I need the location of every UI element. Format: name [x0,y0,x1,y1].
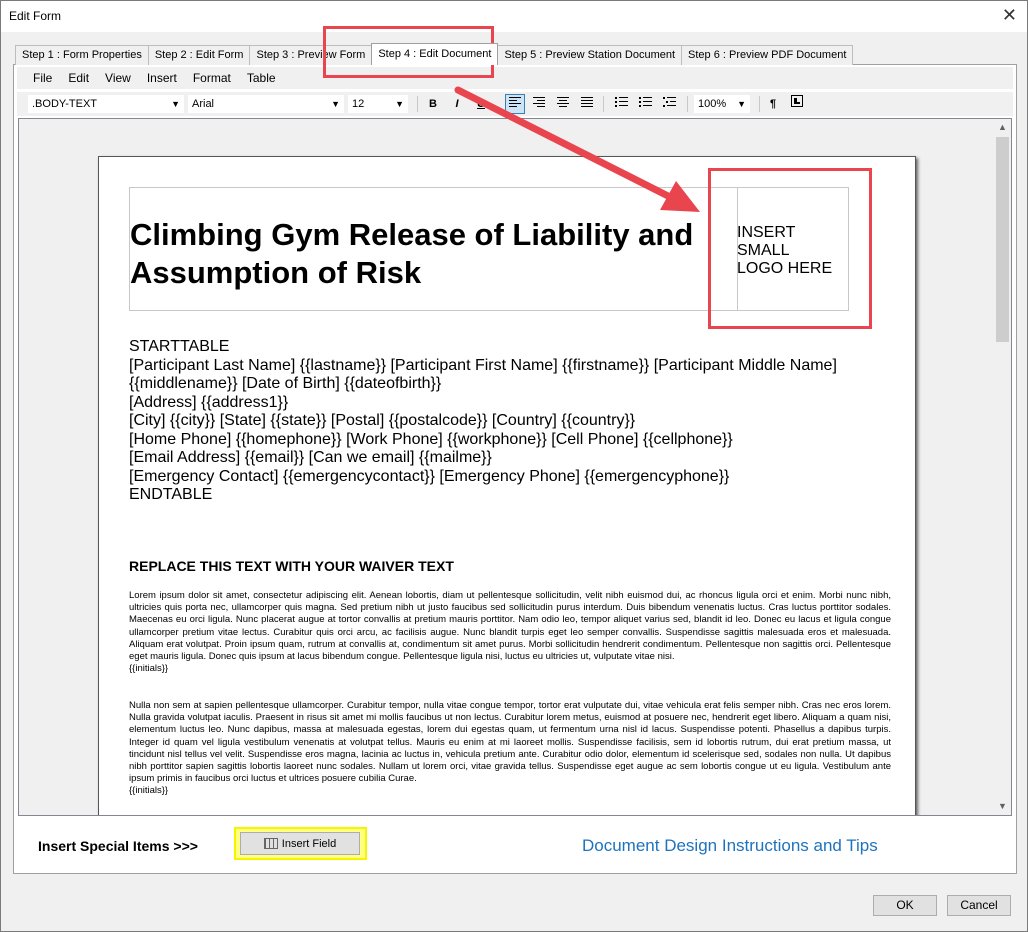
field-line: ENDTABLE [129,486,213,503]
close-icon[interactable]: ✕ [1002,5,1017,26]
scrollbar-thumb[interactable] [996,137,1009,342]
scroll-down-icon[interactable]: ▼ [994,798,1011,815]
tab-edit-form[interactable]: Step 2 : Edit Form [147,45,251,65]
menu-table[interactable]: Table [239,71,284,85]
tab-edit-document[interactable]: Step 4 : Edit Document [371,43,499,65]
toolbar-divider [687,96,688,112]
chevron-down-icon: ▼ [395,99,404,109]
align-right-button[interactable] [529,94,549,114]
chevron-down-icon: ▼ [331,99,340,109]
size-select[interactable]: 12 ▼ [347,94,409,114]
initials-field: {{initials}} [129,785,169,797]
waiver-paragraph-text: Nulla non sem at sapien pellentesque ull… [129,700,891,785]
waiver-paragraph: Lorem ipsum dolor sit amet, consectetur … [129,590,891,675]
title-bar[interactable]: Edit Form ✕ [1,1,1027,32]
font-select[interactable]: Arial ▼ [187,94,345,114]
vertical-scrollbar[interactable]: ▲ ▼ [994,119,1011,815]
field-table: STARTTABLE [Participant Last Name] {{las… [129,338,889,505]
document-title: Climbing Gym Release of Liability and As… [130,216,730,292]
page-break-button[interactable] [787,94,807,114]
align-right-icon [533,97,545,107]
bullet-list-button[interactable] [611,94,631,114]
chevron-down-icon: ▼ [737,99,746,109]
style-value: .BODY-TEXT [32,98,97,110]
table-field-icon [263,838,278,849]
field-line: [Participant Last Name] {{lastname}} [Pa… [129,356,837,374]
zoom-value: 100% [698,98,727,110]
menu-view[interactable]: View [97,71,139,85]
tab-strip: Step 1 : Form Properties Step 2 : Edit F… [15,43,854,65]
underline-button[interactable]: U [471,94,491,114]
design-instructions-link[interactable]: Document Design Instructions and Tips [582,836,878,856]
ok-button[interactable]: OK [873,895,937,916]
insert-field-button[interactable]: Insert Field [240,832,360,855]
align-left-button[interactable] [505,94,525,114]
toolbar-divider [759,96,760,112]
edit-form-window: Edit Form ✕ Step 1 : Form Properties Ste… [0,0,1028,932]
menu-bar: File Edit View Insert Format Table [17,67,1013,89]
numbered-list-icon [638,97,652,107]
insert-field-highlight: Insert Field [234,827,367,860]
scroll-up-icon[interactable]: ▲ [994,119,1011,136]
indent-list-button[interactable] [659,94,679,114]
justify-icon [581,97,593,107]
menu-format[interactable]: Format [185,71,239,85]
align-center-button[interactable] [553,94,573,114]
menu-file[interactable]: File [25,71,60,85]
field-line: [Emergency Contact] {{emergencycontact}}… [129,467,730,485]
align-center-icon [557,97,569,107]
font-value: Arial [192,98,215,110]
tab-preview-pdf-document[interactable]: Step 6 : Preview PDF Document [681,45,854,65]
menu-edit[interactable]: Edit [60,71,97,85]
document-title-line-2: Assumption of Risk [130,255,422,290]
bold-button[interactable]: B [423,94,443,114]
field-line: [City] {{city}} [State] {{state}} [Posta… [129,412,636,429]
field-line: [Email Address] {{email}} [Can we email]… [129,449,492,466]
waiver-heading: REPLACE THIS TEXT WITH YOUR WAIVER TEXT [129,558,454,574]
annotation-box-logo [708,168,872,329]
tab-preview-station-document[interactable]: Step 5 : Preview Station Document [497,45,683,65]
initials-field: {{initials}} [129,663,169,675]
style-select[interactable]: .BODY-TEXT ▼ [27,94,185,114]
field-line: [Home Phone] {{homephone}} [Work Phone] … [129,430,733,448]
page-break-icon [791,95,803,107]
pilcrow-button[interactable]: ¶ [763,94,783,114]
bullet-list-icon [614,97,628,107]
field-line: {{middlename}} [Date of Birth] {{dateofb… [129,375,442,392]
window-title: Edit Form [9,9,62,23]
align-left-icon [509,97,521,107]
menu-insert[interactable]: Insert [139,71,185,85]
italic-button[interactable]: I [447,94,467,114]
insert-special-items-label: Insert Special Items >>> [38,838,198,854]
waiver-paragraph-text: Lorem ipsum dolor sit amet, consectetur … [129,590,891,663]
document-title-line-1: Climbing Gym Release of Liability and [130,217,694,252]
multilevel-list-icon [662,97,676,107]
tab-form-properties[interactable]: Step 1 : Form Properties [15,45,149,65]
waiver-paragraph: Nulla non sem at sapien pellentesque ull… [129,700,891,798]
justify-button[interactable] [577,94,597,114]
cancel-button[interactable]: Cancel [947,895,1011,916]
field-line: [Address] {{address1}} [129,393,289,411]
format-toolbar: .BODY-TEXT ▼ Arial ▼ 12 ▼ B I U 100% ▼ ¶ [17,92,1013,116]
chevron-down-icon: ▼ [171,99,180,109]
toolbar-divider [417,96,418,112]
numbered-list-button[interactable] [635,94,655,114]
insert-field-label: Insert Field [281,837,337,850]
toolbar-divider [603,96,604,112]
field-line: STARTTABLE [129,338,230,355]
size-value: 12 [352,98,365,110]
zoom-select[interactable]: 100% ▼ [693,94,751,114]
